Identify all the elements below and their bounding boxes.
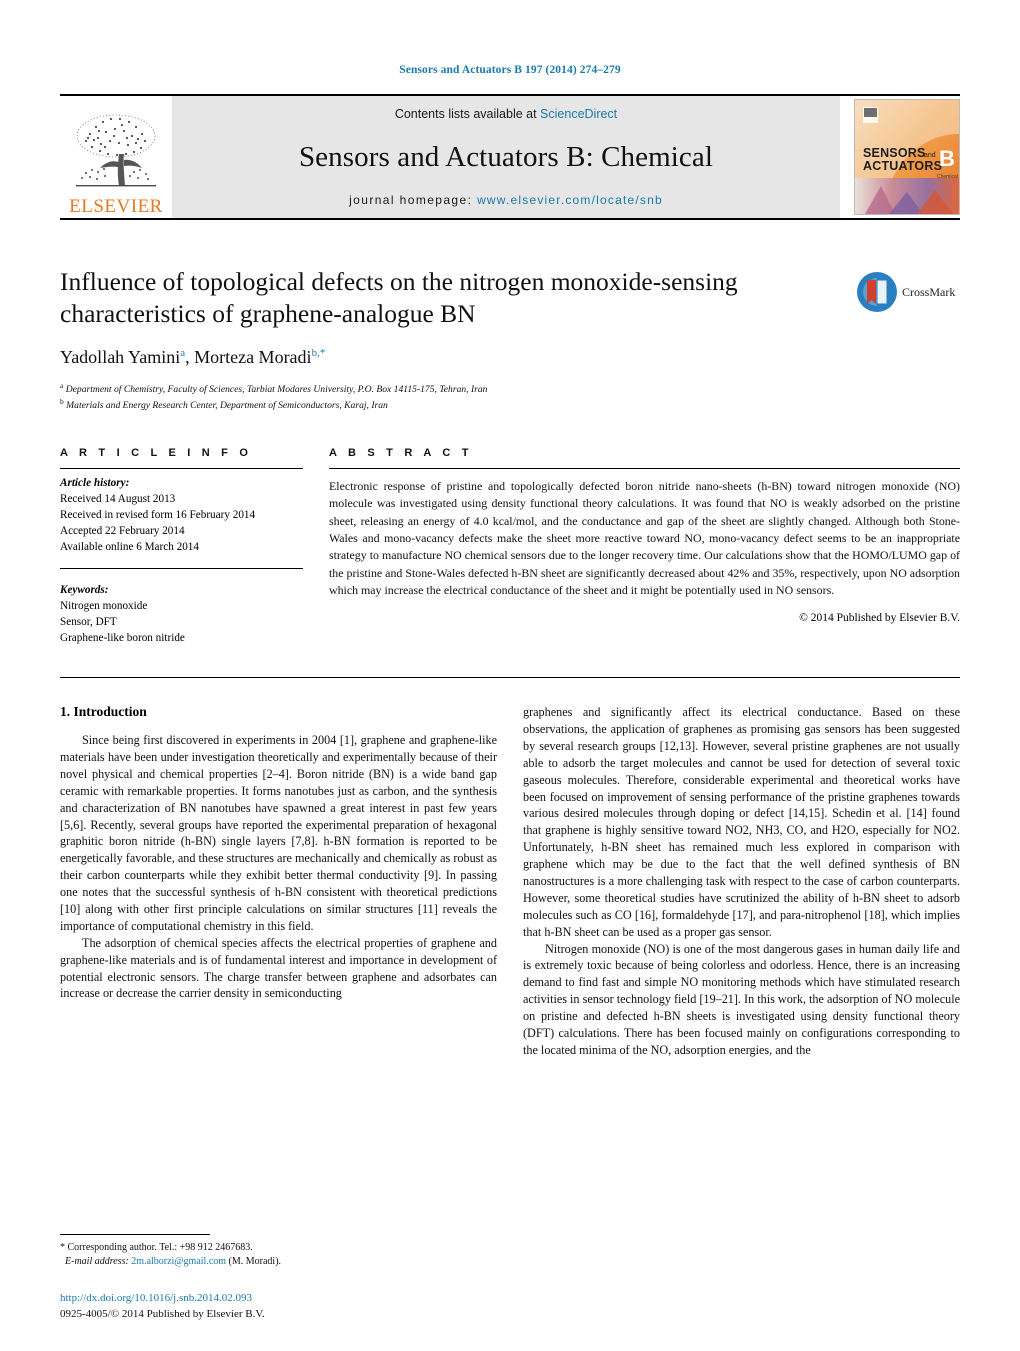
svg-text:Chemical: Chemical (937, 174, 958, 180)
author-affiliation-marker: a (180, 346, 186, 359)
title-block: CrossMark Influence of topological defec… (60, 266, 960, 413)
homepage-prefix: journal homepage: (349, 193, 473, 207)
crossmark-label: CrossMark (902, 284, 956, 299)
paper-page: Sensors and Actuators B 197 (2014) 274–2… (0, 0, 1020, 1351)
crossmark-icon (857, 272, 897, 312)
keyword-item: Graphene-like boron nitride (60, 632, 185, 645)
article-history-label: Article history: (60, 476, 130, 489)
divider (60, 568, 303, 570)
abstract-column: A B S T R A C T Electronic response of p… (329, 447, 960, 647)
affiliation-text: Materials and Energy Research Center, De… (66, 400, 388, 412)
doi-footer: http://dx.doi.org/10.1016/j.snb.2014.02.… (60, 1291, 265, 1323)
abstract-heading: A B S T R A C T (329, 446, 473, 459)
author-affiliation-marker: b,* (311, 346, 326, 359)
body-column-left: 1. Introduction Since being first discov… (60, 704, 497, 1059)
journal-title: Sensors and Actuators B: Chemical (298, 140, 714, 173)
paragraph: The adsorption of chemical species affec… (60, 935, 497, 1001)
elsevier-tree-icon (76, 114, 156, 187)
email-link[interactable]: 2m.alborzi@gmail.com (131, 1256, 226, 1267)
abstract-copyright: © 2014 Published by Elsevier B.V. (799, 611, 960, 624)
affiliation-text: Department of Chemistry, Faculty of Scie… (65, 383, 488, 395)
author-name: Yadollah Yamini (60, 346, 181, 367)
affiliation-marker: a (60, 380, 64, 390)
svg-text:SENSORS: SENSORS (863, 146, 926, 160)
doi-link[interactable]: http://dx.doi.org/10.1016/j.snb.2014.02.… (60, 1291, 265, 1307)
affiliation-item: a Department of Chemistry, Faculty of Sc… (60, 381, 960, 397)
email-suffix: (M. Moradi). (228, 1255, 282, 1267)
affiliation-item: b Materials and Energy Research Center, … (60, 397, 960, 413)
masthead-center: Contents lists available at ScienceDirec… (172, 96, 840, 218)
body-columns: 1. Introduction Since being first discov… (60, 677, 960, 1059)
journal-homepage-line: journal homepage: www.elsevier.com/locat… (349, 193, 663, 207)
footnote-divider (60, 1233, 210, 1235)
history-item: Received in revised form 16 February 201… (60, 508, 256, 521)
section-heading-introduction: 1. Introduction (60, 704, 147, 720)
history-item: Accepted 22 February 2014 (60, 524, 185, 537)
page-title: Influence of topological defects on the … (60, 267, 738, 328)
history-item: Received 14 August 2013 (60, 492, 176, 505)
running-head: Sensors and Actuators B 197 (2014) 274–2… (399, 64, 621, 76)
body-column-right: graphenes and significantly affect its e… (523, 704, 960, 1059)
corresponding-author-text: Corresponding author. Tel.: +98 912 2467… (67, 1241, 253, 1253)
journal-homepage-link[interactable]: www.elsevier.com/locate/snb (477, 193, 663, 207)
abstract-text: Electronic response of pristine and topo… (329, 478, 960, 598)
svg-text:B: B (939, 146, 955, 171)
cover-artwork: SENSORS and ACTUATORS B Chemical (855, 100, 959, 214)
affiliation-list: a Department of Chemistry, Faculty of Sc… (60, 381, 960, 413)
issn-copyright-line: 0925-4005/© 2014 Published by Elsevier B… (60, 1308, 265, 1321)
keyword-item: Sensor, DFT (60, 616, 117, 629)
article-history-group: Article history: Received 14 August 2013… (60, 469, 303, 556)
elsevier-wordmark: ELSEVIER (69, 196, 163, 217)
elsevier-logo: ELSEVIER (60, 96, 172, 218)
journal-masthead: ELSEVIER Contents lists available at Sci… (60, 94, 960, 220)
svg-text:and: and (924, 152, 936, 159)
article-info-heading: A R T I C L E I N F O (60, 446, 253, 459)
crossmark-badge[interactable]: CrossMark (856, 264, 960, 320)
paragraph: Nitrogen monoxide (NO) is one of the mos… (523, 941, 960, 1057)
history-item: Available online 6 March 2014 (60, 540, 199, 553)
paragraph: graphenes and significantly affect its e… (523, 705, 960, 939)
keywords-label: Keywords: (60, 584, 109, 597)
keyword-item: Nitrogen monoxide (60, 600, 148, 613)
author-name: Morteza Moradi (194, 346, 312, 367)
email-label: E-mail address: (65, 1255, 129, 1267)
keywords-group: Keywords: Nitrogen monoxide Sensor, DFT … (60, 568, 303, 647)
paragraph: Since being first discovered in experime… (60, 733, 497, 933)
info-abstract-region: A R T I C L E I N F O Article history: R… (60, 447, 960, 647)
svg-text:ACTUATORS: ACTUATORS (863, 159, 942, 173)
corresponding-author-footnote: * Corresponding author. Tel.: +98 912 24… (60, 1233, 497, 1269)
footnote-star: * (60, 1241, 65, 1253)
article-info-column: A R T I C L E I N F O Article history: R… (60, 447, 303, 647)
contents-prefix: Contents lists available at (394, 107, 541, 121)
author-list: Yadollah Yaminia, Morteza Moradib,* (60, 346, 326, 367)
sciencedirect-link[interactable]: ScienceDirect (540, 107, 617, 121)
contents-lists-line: Contents lists available at ScienceDirec… (395, 107, 617, 121)
affiliation-marker: b (60, 396, 64, 406)
journal-cover-thumbnail: SENSORS and ACTUATORS B Chemical (854, 99, 960, 215)
